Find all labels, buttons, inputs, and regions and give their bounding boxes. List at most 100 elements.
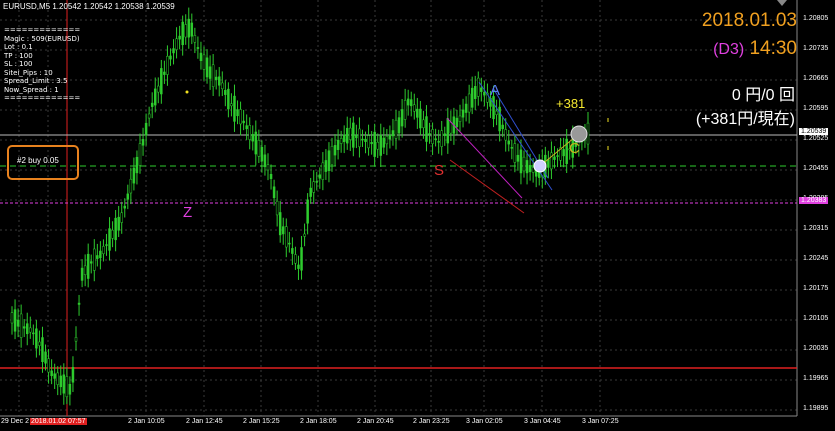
candle-body — [339, 138, 343, 144]
candle-body — [141, 139, 145, 146]
x-tick-label: 3 Jan 02:05 — [466, 418, 503, 425]
candle-body — [477, 77, 480, 97]
candle-body — [483, 92, 486, 96]
candle-body — [22, 326, 26, 329]
candle-body — [510, 147, 514, 149]
x-tick-label: 2 Jan 20:45 — [357, 418, 394, 425]
candle-body — [41, 337, 44, 362]
x-tick-label: 2 Jan 18:05 — [300, 418, 337, 425]
bid-price-label: 1.20539 — [799, 128, 829, 135]
candle-body — [62, 374, 66, 394]
candle-body — [443, 133, 447, 136]
order-label[interactable]: #2 buy 0.05 — [17, 156, 59, 165]
candle-body — [333, 145, 337, 156]
candle-body — [16, 319, 20, 327]
x-tick-label: 3 Jan 04:45 — [524, 418, 561, 425]
candle-body — [242, 120, 245, 124]
candle-body — [327, 150, 331, 171]
candle-body — [379, 134, 383, 156]
candle-body — [13, 309, 17, 332]
candle-body — [117, 216, 120, 231]
yen-count: 0 円/0 回 — [731, 87, 795, 104]
profit-label: +381 — [556, 96, 586, 111]
candle-body — [245, 125, 248, 130]
candle-body — [19, 313, 23, 338]
candle-body — [467, 93, 471, 113]
candle-body — [291, 248, 294, 254]
candle-body — [492, 96, 495, 120]
entry-marker-icon — [533, 159, 547, 173]
candle-body — [187, 18, 191, 38]
candle-body — [236, 109, 239, 117]
candle-body — [147, 113, 151, 119]
candle-body — [288, 242, 291, 245]
candle-body — [507, 140, 511, 145]
info-line: Sitei_Pips : 10 — [4, 68, 53, 77]
candle-body — [150, 102, 154, 107]
candle-body — [214, 76, 218, 80]
candle-body — [553, 156, 556, 160]
candle-body — [263, 154, 267, 168]
candle-body — [114, 217, 117, 241]
candle-body — [105, 244, 108, 246]
candle-body — [50, 370, 53, 377]
x-tick-label: 29 Dec 2 — [1, 418, 30, 425]
info-line: SL : 100 — [4, 60, 33, 68]
candle-body — [428, 133, 431, 135]
candle-body — [163, 71, 166, 75]
candle-body — [345, 127, 349, 144]
candle-body — [211, 64, 215, 87]
info-line: TP : 100 — [4, 51, 33, 60]
candle-body — [376, 141, 379, 150]
candle-body — [355, 134, 358, 139]
candle-body — [193, 35, 197, 43]
price-chart[interactable] — [0, 0, 835, 431]
y-tick-label: 1.20595 — [803, 105, 829, 112]
candle-body — [324, 160, 328, 172]
candle-body — [71, 367, 75, 383]
candle-body — [224, 90, 227, 95]
candle-body — [397, 117, 401, 134]
candle-body — [202, 54, 206, 70]
wave-label-a: A — [490, 82, 501, 99]
symbol-line: EURUSD,M5 1.20542 1.20542 1.20538 1.2053… — [3, 2, 175, 11]
wave-label-z: Z — [183, 204, 193, 221]
candle-body — [513, 143, 517, 163]
candle-body — [99, 250, 102, 259]
x-tick-label: 2 Jan 23:25 — [413, 418, 450, 425]
candle-body — [157, 85, 160, 93]
candle-body — [190, 22, 194, 37]
x-tick-label: 2 Jan 10:05 — [128, 418, 165, 425]
candle-body — [361, 138, 364, 141]
candle-body — [522, 156, 526, 172]
y-tick-label: 1.19895 — [803, 405, 829, 412]
candle-body — [385, 135, 389, 145]
candle-body — [373, 131, 376, 157]
overlay-date: 2018.01.03 — [701, 10, 797, 31]
candle-body — [25, 323, 29, 335]
candle-body — [266, 164, 270, 171]
candle-body — [281, 226, 285, 235]
candle-body — [364, 138, 367, 142]
candle-body — [86, 253, 90, 279]
candle-body — [239, 109, 242, 125]
candle-body — [297, 264, 300, 269]
candle-body — [358, 128, 361, 147]
candle-body — [504, 129, 507, 141]
candle-body — [205, 57, 209, 78]
candle-body — [53, 373, 56, 379]
candle-body — [56, 372, 59, 385]
y-tick-label: 1.20315 — [803, 225, 829, 232]
x-tick-label: 2 Jan 15:25 — [243, 418, 280, 425]
candle-body — [388, 134, 392, 140]
candle-body — [29, 327, 32, 333]
candle-body — [221, 82, 224, 90]
candle-body — [425, 116, 428, 142]
candle-body — [129, 178, 133, 194]
candle-body — [111, 229, 114, 239]
candle-body — [138, 143, 142, 166]
candle-body — [336, 139, 340, 150]
candle-body — [495, 110, 498, 115]
chart-close-icon[interactable] — [776, 0, 788, 7]
candle-body — [169, 55, 172, 60]
